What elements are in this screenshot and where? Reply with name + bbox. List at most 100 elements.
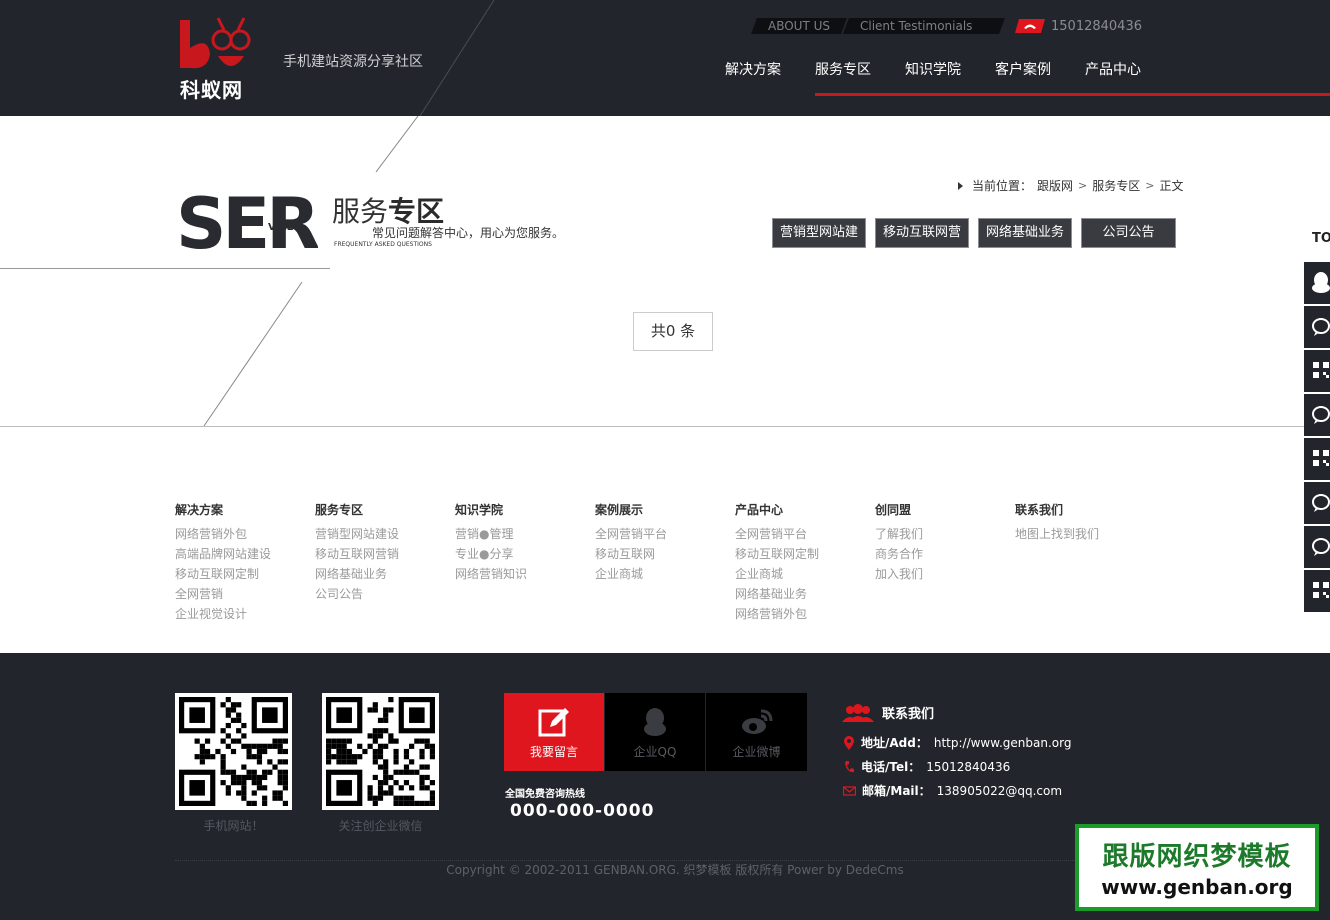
footer-column: 创同盟 了解我们 商务合作 加入我们 bbox=[875, 502, 1015, 624]
footer-link[interactable]: 移动互联网营销 bbox=[315, 544, 455, 564]
logo-text[interactable]: 科蚁网 bbox=[180, 74, 243, 103]
chat-bubble-icon bbox=[1312, 406, 1330, 424]
nav-service[interactable]: 服务专区 bbox=[798, 50, 888, 96]
qq-button[interactable]: 企业QQ bbox=[605, 693, 706, 771]
contact-mail: 邮箱/Mail： 138905022@qq.com bbox=[843, 782, 1062, 799]
footer-column-title[interactable]: 联系我们 bbox=[1015, 502, 1155, 518]
subnav-mobile-marketing[interactable]: 移动互联网营销 bbox=[875, 218, 969, 268]
about-us-link[interactable]: ABOUT US bbox=[751, 18, 847, 34]
people-icon bbox=[842, 703, 874, 722]
footer-column-title[interactable]: 解决方案 bbox=[175, 502, 315, 518]
qr-code-icon bbox=[1313, 582, 1329, 598]
footer-link[interactable]: 加入我们 bbox=[875, 564, 1015, 584]
hotline-number: 000-000-0000 bbox=[510, 801, 655, 821]
content-separator bbox=[0, 426, 1330, 427]
float-qr-button[interactable] bbox=[1304, 350, 1330, 394]
watermark-url: www.genban.org bbox=[1101, 875, 1293, 899]
contact-address: 地址/Add： http://www.genban.org bbox=[843, 734, 1071, 751]
footer-link[interactable]: 移动互联网定制 bbox=[735, 544, 875, 564]
footer-column: 产品中心 全网营销平台 移动互联网定制 企业商城 网络基础业务 网络营销外包 bbox=[735, 502, 875, 624]
footer-link[interactable]: 公司公告 bbox=[315, 584, 455, 604]
phone-handset-icon bbox=[845, 760, 854, 772]
client-testimonials-link[interactable]: Client Testimonials bbox=[843, 18, 1006, 34]
footer-link[interactable]: 企业视觉设计 bbox=[175, 604, 315, 624]
footer-column-title[interactable]: 知识学院 bbox=[455, 502, 595, 518]
float-chat-button[interactable] bbox=[1304, 394, 1330, 438]
footer-link[interactable]: 企业商城 bbox=[735, 564, 875, 584]
chat-bubble-icon bbox=[1312, 494, 1330, 512]
float-chat-button[interactable] bbox=[1304, 482, 1330, 526]
qr-code-icon bbox=[1313, 362, 1329, 378]
nav-cases[interactable]: 客户案例 bbox=[978, 50, 1068, 96]
footer-column: 案例展示 全网营销平台 移动互联网 企业商城 bbox=[595, 502, 735, 624]
qr-caption-wechat: 关注创企业微信 bbox=[338, 819, 423, 833]
mail-icon bbox=[843, 785, 856, 796]
footer-column-title[interactable]: 案例展示 bbox=[595, 502, 735, 518]
section-small-caption: FREQUENTLY ASKED QUESTIONS bbox=[334, 241, 432, 248]
breadcrumb-separator: > bbox=[1145, 179, 1155, 192]
float-chat-button[interactable] bbox=[1304, 526, 1330, 570]
chat-bubble-icon bbox=[1312, 538, 1330, 556]
footer-column-title[interactable]: 产品中心 bbox=[735, 502, 875, 518]
chat-bubble-icon bbox=[1312, 318, 1330, 336]
qr-code-mobile bbox=[175, 693, 292, 810]
footer-link[interactable]: 营销●管理 bbox=[455, 524, 595, 544]
qr-code-icon bbox=[326, 697, 435, 806]
footer-link[interactable]: 移动互联网 bbox=[595, 544, 735, 564]
nav-products[interactable]: 产品中心 bbox=[1068, 50, 1158, 96]
site-header: 科蚁网 手机建站资源分享社区 ABOUT US Client Testimoni… bbox=[0, 0, 1330, 116]
footer-link[interactable]: 高端品牌网站建设 bbox=[175, 544, 315, 564]
footer-column-title[interactable]: 创同盟 bbox=[875, 502, 1015, 518]
floating-side-toolbar bbox=[1304, 262, 1330, 614]
footer-link[interactable]: 商务合作 bbox=[875, 544, 1015, 564]
breadcrumb-label: 当前位置： bbox=[972, 179, 1033, 193]
footer-column-title[interactable]: 服务专区 bbox=[315, 502, 455, 518]
nav-knowledge[interactable]: 知识学院 bbox=[888, 50, 978, 96]
nav-red-underline bbox=[815, 93, 1330, 96]
phone-icon bbox=[1015, 19, 1045, 33]
qr-code-icon bbox=[1313, 450, 1329, 466]
footer-link[interactable]: 网络营销外包 bbox=[175, 524, 315, 544]
footer-link[interactable]: 地图上找到我们 bbox=[1015, 524, 1155, 544]
footer-link[interactable]: 网络基础业务 bbox=[735, 584, 875, 604]
footer-link[interactable]: 全网营销平台 bbox=[595, 524, 735, 544]
footer-link[interactable]: 网络营销外包 bbox=[735, 604, 875, 624]
footer-link[interactable]: 网络营销知识 bbox=[455, 564, 595, 584]
footer-link[interactable]: 全网营销 bbox=[175, 584, 315, 604]
qq-icon bbox=[1312, 272, 1330, 293]
banner-diagonal-decoration bbox=[203, 116, 419, 427]
site-slogan: 手机建站资源分享社区 bbox=[283, 54, 423, 70]
edit-icon bbox=[538, 708, 569, 737]
weibo-button[interactable]: 企业微博 bbox=[706, 693, 807, 771]
breadcrumb: 当前位置： 跟版网 > 服务专区 > 正文 bbox=[958, 177, 1184, 194]
float-qq-button[interactable] bbox=[1304, 262, 1330, 306]
footer-link[interactable]: 移动互联网定制 bbox=[175, 564, 315, 584]
subnav-marketing-site[interactable]: 营销型网站建设 bbox=[772, 218, 866, 268]
footer-link[interactable]: 了解我们 bbox=[875, 524, 1015, 544]
watermark-badge: 跟版网织梦模板 www.genban.org bbox=[1075, 824, 1319, 911]
footer-column: 联系我们 地图上找到我们 bbox=[1015, 502, 1155, 624]
footer-column: 解决方案 网络营销外包 高端品牌网站建设 移动互联网定制 全网营销 企业视觉设计 bbox=[175, 502, 315, 624]
footer-link[interactable]: 网络基础业务 bbox=[315, 564, 455, 584]
float-chat-button[interactable] bbox=[1304, 306, 1330, 350]
footer-link[interactable]: 企业商城 bbox=[595, 564, 735, 584]
leave-message-button[interactable]: 我要留言 bbox=[504, 693, 605, 771]
subnav-network-basics[interactable]: 网络基础业务 bbox=[978, 218, 1072, 248]
qr-caption-mobile: 手机网站！ bbox=[203, 819, 264, 833]
watermark-title: 跟版网织梦模板 bbox=[1102, 842, 1292, 872]
float-qr-button[interactable] bbox=[1304, 570, 1330, 614]
footer-link[interactable]: 专业●分享 bbox=[455, 544, 595, 564]
float-top-label[interactable]: TO bbox=[1312, 231, 1330, 246]
footer-link[interactable]: 全网营销平台 bbox=[735, 524, 875, 544]
breadcrumb-service[interactable]: 服务专区 bbox=[1092, 177, 1140, 194]
breadcrumb-home[interactable]: 跟版网 bbox=[1037, 177, 1073, 194]
subnav-announcements[interactable]: 公司公告 bbox=[1081, 218, 1176, 248]
contact-title: 联系我们 bbox=[842, 703, 934, 722]
breadcrumb-current: 正文 bbox=[1159, 179, 1184, 193]
float-qr-button[interactable] bbox=[1304, 438, 1330, 482]
footer-link[interactable]: 营销型网站建设 bbox=[315, 524, 455, 544]
hotline-label: 全国免费咨询热线 bbox=[505, 789, 585, 800]
nav-solutions[interactable]: 解决方案 bbox=[708, 50, 798, 96]
qq-icon bbox=[644, 708, 666, 736]
contact-tel: 电话/Tel： 15012840436 bbox=[843, 758, 1010, 775]
